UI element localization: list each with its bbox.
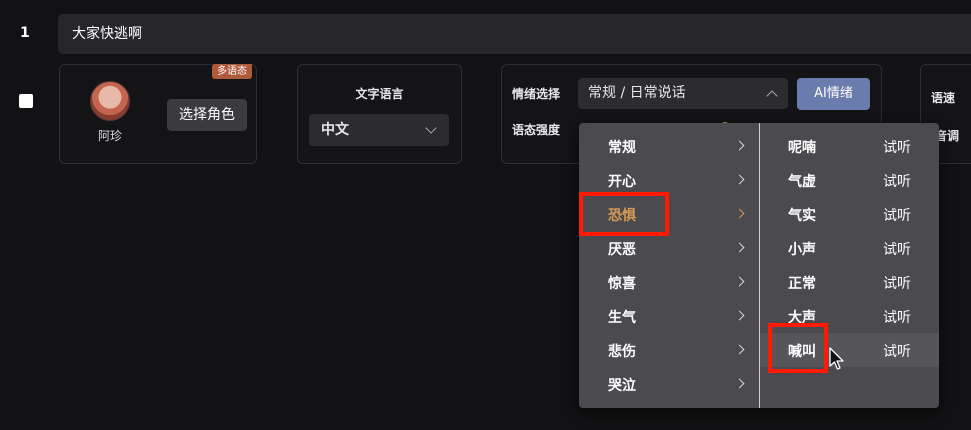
highlight-box [768, 323, 828, 373]
speed-label: 语速 [931, 91, 956, 105]
emotion-dropdown-menu: 常规 开心 恐惧 厌恶 惊喜 生气 悲伤 哭泣 呢喃 试听 气虚 试听 气实 试… [579, 123, 939, 408]
language-card: 文字语言 中文 [297, 64, 462, 164]
preview-link[interactable]: 试听 [883, 341, 911, 361]
menu-sub-item[interactable]: 气虚 试听 [760, 163, 939, 197]
language-title: 文字语言 [355, 87, 404, 101]
line-text-field[interactable]: 大家快逃啊 [58, 14, 971, 54]
preview-link[interactable]: 试听 [883, 171, 911, 191]
preview-link[interactable]: 试听 [883, 307, 911, 327]
emotion-select[interactable]: 常规 / 日常说话 [578, 78, 788, 109]
chevron-right-icon [734, 310, 745, 321]
menu-sub-item[interactable]: 小声 试听 [760, 231, 939, 265]
chevron-up-icon [766, 90, 778, 102]
menu-category-item[interactable]: 哭泣 [579, 367, 759, 401]
preview-link[interactable]: 试听 [883, 137, 911, 157]
chevron-right-icon [734, 208, 745, 219]
chevron-right-icon [734, 242, 745, 253]
menu-category-item[interactable]: 生气 [579, 299, 759, 333]
chevron-right-icon [734, 378, 745, 389]
emotion-selected-value: 常规 / 日常说话 [588, 85, 686, 101]
preview-link[interactable]: 试听 [883, 239, 911, 259]
menu-category-item[interactable]: 厌恶 [579, 231, 759, 265]
mouse-cursor-icon [829, 347, 844, 370]
chevron-right-icon [734, 344, 745, 355]
chevron-right-icon [734, 174, 745, 185]
language-select[interactable]: 中文 [309, 114, 449, 146]
chevron-right-icon [734, 140, 745, 151]
menu-category-item[interactable]: 常规 [579, 129, 759, 163]
chevron-right-icon [734, 276, 745, 287]
avatar[interactable] [90, 81, 130, 121]
language-selected-value: 中文 [321, 122, 349, 138]
menu-category-item[interactable]: 悲伤 [579, 333, 759, 367]
highlight-box [579, 192, 669, 236]
preview-link[interactable]: 试听 [883, 273, 911, 293]
menu-sub-item[interactable]: 呢喃 试听 [760, 129, 939, 163]
row-number: 1 [20, 25, 30, 41]
menu-sub-item[interactable]: 正常 试听 [760, 265, 939, 299]
select-character-button[interactable]: 选择角色 [167, 99, 247, 131]
preview-link[interactable]: 试听 [883, 205, 911, 225]
menu-sub-item[interactable]: 气实 试听 [760, 197, 939, 231]
strength-label: 语态强度 [512, 123, 561, 137]
chevron-down-icon [425, 122, 437, 134]
emotion-label: 情绪选择 [512, 87, 561, 101]
multi-voice-badge: 多语态 [212, 64, 252, 79]
ai-emotion-button[interactable]: AI情绪 [797, 78, 870, 110]
menu-category-item[interactable]: 惊喜 [579, 265, 759, 299]
row-checkbox[interactable] [19, 94, 33, 108]
character-name: 阿珍 [98, 129, 123, 143]
character-card: 多语态 阿珍 选择角色 [59, 64, 257, 164]
